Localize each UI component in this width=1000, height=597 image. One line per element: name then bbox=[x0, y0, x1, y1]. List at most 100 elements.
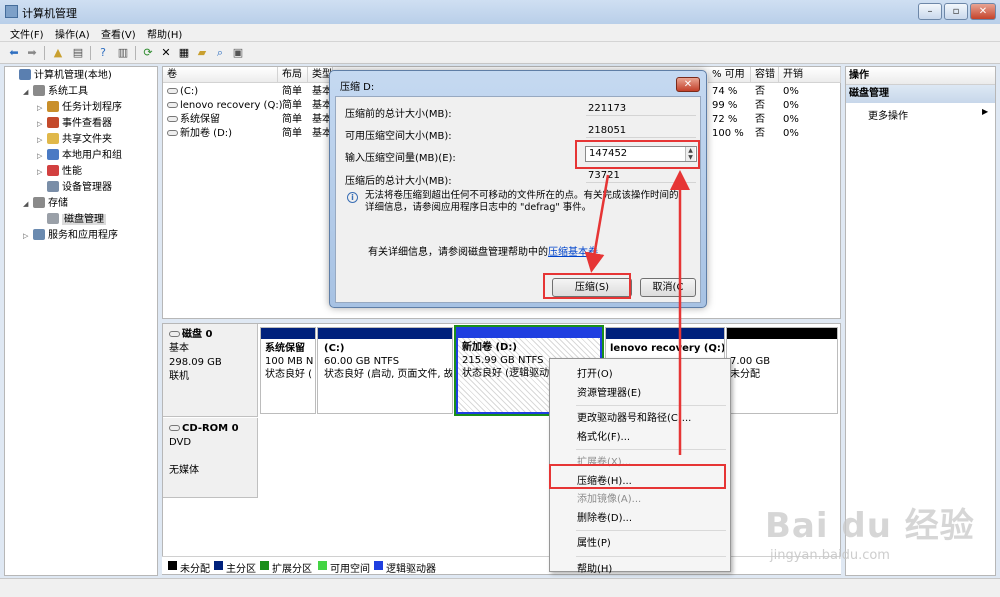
cell-layout: 简单 bbox=[282, 128, 302, 139]
partition-size: 100 MB N bbox=[265, 356, 314, 367]
baidu-watermark-logo: Bai du 经验 bbox=[765, 506, 975, 546]
info-line-2: 详细信息，请参阅应用程序日志中的 "defrag" 事件。 bbox=[365, 202, 592, 213]
cdrom-name: CD-ROM 0 bbox=[182, 423, 239, 434]
expander-icon[interactable]: ◢ bbox=[23, 196, 33, 212]
tree-item[interactable]: ▷ 性能 bbox=[5, 164, 157, 180]
tree-node-icon bbox=[47, 101, 59, 112]
tree-item-label: 任务计划程序 bbox=[62, 102, 122, 113]
expander-icon[interactable]: ▷ bbox=[37, 116, 47, 132]
tree-item[interactable]: ▷ 服务和应用程序 bbox=[5, 228, 157, 244]
properties-icon[interactable]: ▦ bbox=[176, 45, 192, 61]
close-button[interactable]: ✕ bbox=[970, 3, 996, 20]
available-value: 218051 bbox=[586, 124, 696, 138]
tree-item[interactable]: ◢ 系统工具 bbox=[5, 84, 157, 100]
expander-icon[interactable]: ◢ bbox=[23, 84, 33, 100]
tree-item-label: 计算机管理(本地) bbox=[34, 70, 112, 81]
context-menu-item[interactable]: 打开(O) bbox=[577, 365, 613, 380]
partition-system-reserved[interactable]: 系统保留 100 MB N 状态良好 ( bbox=[260, 327, 316, 414]
help-icon[interactable]: ? bbox=[95, 45, 111, 61]
up-folder-icon[interactable]: ▲ bbox=[50, 45, 66, 61]
tree-item[interactable]: ◢ 存储 bbox=[5, 196, 157, 212]
dialog-close-button[interactable]: ✕ bbox=[676, 77, 700, 92]
legend-free-space: 可用空间 bbox=[330, 564, 370, 575]
menu-separator bbox=[576, 530, 726, 531]
more-actions-link[interactable]: 更多操作 bbox=[868, 107, 908, 122]
disk0-info[interactable]: 磁盘 0 基本 298.09 GB 联机 bbox=[163, 324, 258, 417]
partition-name: lenovo recovery (Q:) bbox=[610, 343, 725, 354]
maximize-button[interactable]: ▫ bbox=[944, 3, 968, 20]
info-icon: i bbox=[347, 192, 358, 203]
toolbar-separator bbox=[44, 46, 45, 60]
settings-icon[interactable]: ▣ bbox=[230, 45, 246, 61]
actions-section-disk-management[interactable]: 磁盘管理 bbox=[846, 85, 995, 103]
col-fault-tolerance[interactable]: 容错 bbox=[751, 67, 779, 83]
tree-item-label: 事件查看器 bbox=[62, 118, 112, 129]
col-volume[interactable]: 卷 bbox=[163, 67, 278, 83]
navigation-tree: 计算机管理(本地) ◢ 系统工具 ▷ 任务计划程序 ▷ 事件查看器 ▷ 共享文件夹 ▷ 本地用户和组… bbox=[4, 66, 158, 576]
tree-item[interactable]: ▷ 本地用户和组 bbox=[5, 148, 157, 164]
tree-item[interactable]: ▷ 共享文件夹 bbox=[5, 132, 157, 148]
delete-icon[interactable]: ✕ bbox=[158, 45, 174, 61]
tree-node-icon bbox=[47, 149, 59, 160]
context-menu-item[interactable]: 资源管理器(E) bbox=[577, 384, 641, 399]
expander-icon[interactable]: ▷ bbox=[37, 164, 47, 180]
minimize-button[interactable]: – bbox=[918, 3, 942, 20]
col-overhead[interactable]: 开销 bbox=[779, 67, 841, 83]
menu-view[interactable]: 查看(V) bbox=[101, 26, 136, 41]
cdrom-info[interactable]: CD-ROM 0 DVD 无媒体 bbox=[163, 418, 258, 498]
partition-c[interactable]: (C:) 60.00 GB NTFS 状态良好 (启动, 页面文件, 故 bbox=[317, 327, 453, 414]
volume-icon bbox=[167, 88, 178, 94]
expander-icon[interactable]: ▷ bbox=[37, 148, 47, 164]
forward-arrow-icon[interactable]: ➡ bbox=[24, 45, 40, 61]
tree-item[interactable]: ▷ 事件查看器 bbox=[5, 116, 157, 132]
context-menu-item[interactable]: 帮助(H) bbox=[577, 560, 612, 575]
back-arrow-icon[interactable]: ⬅ bbox=[6, 45, 22, 61]
tree-item[interactable]: ▷ 任务计划程序 bbox=[5, 100, 157, 116]
context-menu-item: 添加镜像(A)... bbox=[577, 494, 642, 505]
expander-icon[interactable]: ▷ bbox=[37, 132, 47, 148]
menu-help[interactable]: 帮助(H) bbox=[147, 26, 182, 41]
legend: 未分配 主分区 扩展分区 可用空间 逻辑驱动器 bbox=[162, 556, 841, 575]
context-menu-item[interactable]: 更改驱动器号和路径(C)... bbox=[577, 409, 691, 424]
context-menu-item[interactable]: 删除卷(D)... bbox=[577, 509, 632, 524]
partition-size: 60.00 GB NTFS bbox=[324, 356, 400, 367]
expander-icon[interactable]: ▷ bbox=[23, 228, 33, 244]
annotation-box-shrink-volume bbox=[549, 464, 726, 489]
tree-item-label: 设备管理器 bbox=[62, 182, 112, 193]
cell-pct: 74 % bbox=[712, 86, 738, 97]
cell-fault: 否 bbox=[755, 100, 765, 111]
cell-pct: 100 % bbox=[712, 128, 744, 139]
tree-node-icon bbox=[19, 69, 31, 80]
disk-map: 磁盘 0 基本 298.09 GB 联机 系统保留 100 MB N 状态良好 ( … bbox=[162, 323, 841, 575]
legend-logical-drive: 逻辑驱动器 bbox=[386, 564, 436, 575]
tree-item[interactable]: 磁盘管理 bbox=[5, 212, 157, 228]
col-percent-free[interactable]: % 可用 bbox=[708, 67, 751, 83]
menu-bar: 文件(F) 操作(A) 查看(V) 帮助(H) bbox=[0, 24, 1000, 42]
cdrom-icon bbox=[169, 425, 180, 431]
menu-file[interactable]: 文件(F) bbox=[10, 26, 44, 41]
partition-unallocated[interactable]: 7.00 GB 未分配 bbox=[726, 327, 838, 414]
refresh-icon[interactable]: ⟳ bbox=[140, 45, 156, 61]
expander-icon[interactable]: ▷ bbox=[37, 100, 47, 116]
tree-item[interactable]: 设备管理器 bbox=[5, 180, 157, 196]
help-prefix: 有关详细信息，请参阅磁盘管理帮助中的 bbox=[368, 247, 548, 258]
disk0-kind: 基本 bbox=[169, 343, 189, 354]
col-layout[interactable]: 布局 bbox=[278, 67, 308, 83]
dialog-body: 压缩前的总计大小(MB): 221173 可用压缩空间大小(MB): 21805… bbox=[335, 96, 701, 303]
menu-action[interactable]: 操作(A) bbox=[55, 26, 90, 41]
context-menu-item[interactable]: 格式化(F)... bbox=[577, 428, 630, 443]
cancel-button[interactable]: 取消(C bbox=[640, 278, 696, 297]
context-menu-item[interactable]: 属性(P) bbox=[577, 534, 611, 549]
computer-management-icon bbox=[5, 5, 18, 18]
volume-icon bbox=[167, 102, 178, 108]
show-hide-tree-icon[interactable]: ▤ bbox=[70, 45, 86, 61]
search-icon[interactable]: ⌕ bbox=[212, 45, 228, 61]
open-folder-icon[interactable]: ▰ bbox=[194, 45, 210, 61]
volume-name: (C:) bbox=[180, 86, 199, 97]
action-pane-icon[interactable]: ▥ bbox=[115, 45, 131, 61]
tree-item-label: 系统工具 bbox=[48, 86, 88, 97]
legend-extended: 扩展分区 bbox=[272, 564, 312, 575]
info-line-1: 无法将卷压缩到超出任何不可移动的文件所在的点。有关完成该操作时间的 bbox=[365, 190, 679, 201]
help-link[interactable]: 压缩基本卷 bbox=[548, 247, 598, 258]
tree-item[interactable]: 计算机管理(本地) bbox=[5, 68, 157, 84]
